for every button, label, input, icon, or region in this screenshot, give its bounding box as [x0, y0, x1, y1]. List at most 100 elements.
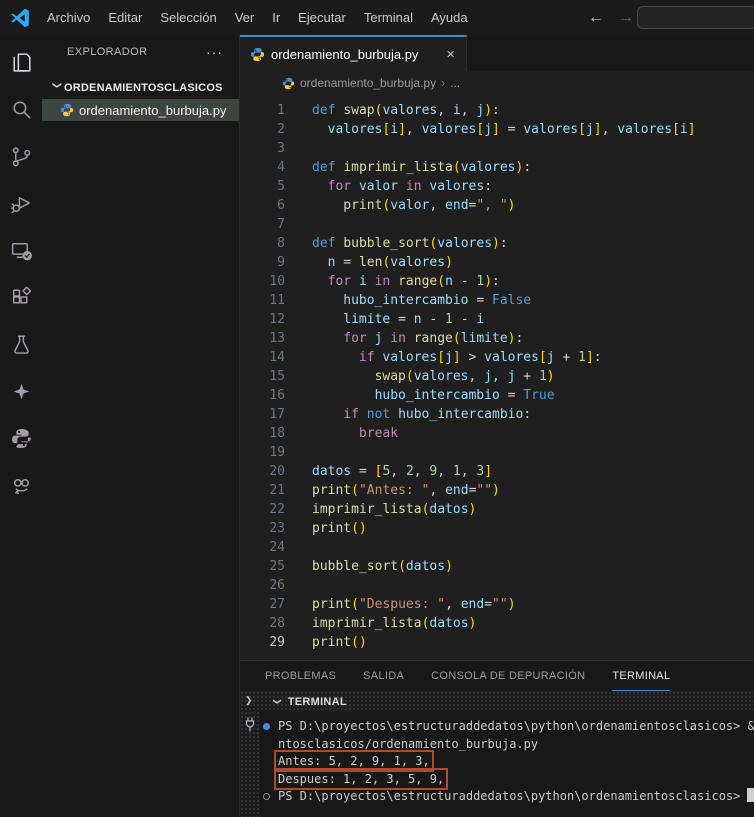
line-number: 19: [269, 445, 285, 460]
code-line[interactable]: 15 swap(valores, j, j + 1): [240, 367, 754, 386]
terminal-output[interactable]: PS D:\proyectos\estructuraddedatos\pytho…: [260, 712, 754, 806]
back-arrow-icon[interactable]: ←: [588, 9, 604, 27]
chevron-right-icon: ›: [441, 76, 446, 90]
code-line[interactable]: 11 hubo_intercambio = False: [240, 291, 754, 310]
testing-beaker-icon[interactable]: [8, 331, 34, 357]
annotation-highlight-box: Antes: 5, 2, 9, 1, 3,: [274, 750, 434, 772]
terminal-line: ntosclasicos/ordenamiento_burbuja.py: [278, 736, 539, 751]
line-number: 4: [277, 160, 285, 175]
code-line[interactable]: 27 print("Despues: ", end=""): [240, 595, 754, 614]
line-number: 24: [269, 540, 285, 555]
code-line[interactable]: 17 if not hubo_intercambio:: [240, 405, 754, 424]
line-number: 25: [269, 559, 285, 574]
code-line[interactable]: 4 def imprimir_lista(valores):: [240, 158, 754, 177]
panel-tab-terminal[interactable]: TERMINAL: [612, 661, 671, 691]
code-line[interactable]: 24: [240, 538, 754, 557]
sidebar-item-ordenamiento-burbuja[interactable]: ordenamiento_burbuja.py: [42, 99, 239, 121]
code-area[interactable]: 1 def swap(valores, i, j): 2 valores[i], va…: [240, 97, 754, 660]
tab-ordenamiento-burbuja[interactable]: ordenamiento_burbuja.py ×: [240, 35, 467, 71]
code-line[interactable]: 29 print(): [240, 633, 754, 652]
line-number: 8: [277, 236, 285, 251]
menu-item-selección[interactable]: Selección: [151, 0, 225, 35]
code-line[interactable]: 2 valores[i], valores[j] = valores[j], va…: [240, 120, 754, 139]
menu-item-ayuda[interactable]: Ayuda: [422, 0, 477, 35]
chevron-right-icon[interactable]: ❯: [245, 695, 253, 706]
code-line[interactable]: 3: [240, 139, 754, 158]
source-control-icon[interactable]: [8, 143, 34, 169]
explorer-more-actions-icon[interactable]: ···: [200, 44, 229, 60]
nav-arrows: ← →: [588, 0, 634, 35]
panel-tab-consola-de-depuración[interactable]: CONSOLA DE DEPURACIÓN: [431, 661, 585, 691]
breadcrumb-file[interactable]: ordenamiento_burbuja.py: [300, 76, 436, 90]
command-decoration-filled[interactable]: [263, 723, 270, 730]
code-line[interactable]: 13 for j in range(limite):: [240, 329, 754, 348]
explorer-icon[interactable]: [8, 49, 34, 75]
run-and-debug-icon[interactable]: [8, 190, 34, 216]
plug-icon[interactable]: [244, 717, 256, 737]
code-line[interactable]: 21 print("Antes: ", end=""): [240, 481, 754, 500]
python-extension-icon[interactable]: [8, 425, 34, 451]
sparkle-ai-icon[interactable]: [8, 378, 34, 404]
menu-item-editar[interactable]: Editar: [99, 0, 151, 35]
close-icon[interactable]: ×: [443, 46, 458, 63]
code-line[interactable]: 26: [240, 576, 754, 595]
line-number: 20: [269, 464, 285, 479]
line-number: 28: [269, 616, 285, 631]
code-line[interactable]: 18 break: [240, 424, 754, 443]
code-line[interactable]: 14 if valores[j] > valores[j + 1]:: [240, 348, 754, 367]
code-line[interactable]: 10 for i in range(n - 1):: [240, 272, 754, 291]
menu-item-ejecutar[interactable]: Ejecutar: [289, 0, 355, 35]
breadcrumb-symbol[interactable]: ...: [450, 76, 460, 90]
line-number: 16: [269, 388, 285, 403]
terminal-line: Despues: 1, 2, 3, 5, 9,: [262, 767, 754, 790]
menu-item-ir[interactable]: Ir: [263, 0, 289, 35]
vscode-window: Archivo Editar Selección Ver Ir Ejecutar Termi…: [0, 0, 754, 817]
terminal-line: Antes: 5, 2, 9, 1, 3,: [262, 750, 754, 772]
code-line[interactable]: 6 print(valor, end=", "): [240, 196, 754, 215]
code-line[interactable]: 19: [240, 443, 754, 462]
assistant-robot-icon[interactable]: [8, 472, 34, 498]
code-line[interactable]: 12 limite = n - 1 - i: [240, 310, 754, 329]
terminal-cursor: [747, 788, 754, 802]
line-number: 3: [277, 141, 285, 156]
code-line[interactable]: 9n = len(valores): [240, 253, 754, 272]
command-center-search[interactable]: [637, 6, 754, 29]
code-line[interactable]: 22 imprimir_lista(datos): [240, 500, 754, 519]
search-icon[interactable]: [8, 96, 34, 122]
tab-label: ordenamiento_burbuja.py: [271, 46, 419, 62]
terminal-header-label: TERMINAL: [287, 695, 347, 708]
chevron-down-icon: ❯: [272, 698, 282, 705]
menu-item-terminal[interactable]: Terminal: [355, 0, 422, 35]
menu-item-archivo[interactable]: Archivo: [38, 0, 99, 35]
panel-tab-problemas[interactable]: PROBLEMAS: [265, 661, 336, 691]
line-number: 29: [269, 635, 285, 650]
menu-item-ver[interactable]: Ver: [226, 0, 264, 35]
code-line[interactable]: 16 hubo_intercambio = True: [240, 386, 754, 405]
line-number: 27: [269, 597, 285, 612]
line-number: 2: [277, 122, 285, 137]
panel-tab-salida[interactable]: SALIDA: [363, 661, 404, 691]
terminal-section-header[interactable]: ❯ TERMINAL: [240, 691, 754, 712]
folder-ordenamientosclasicos[interactable]: ❯ ORDENAMIENTOSCLASICOS: [42, 77, 239, 99]
python-file-icon: [60, 103, 74, 117]
code-line[interactable]: 5 for valor in valores:: [240, 177, 754, 196]
line-number: 23: [269, 521, 285, 536]
code-line[interactable]: 25 bubble_sort(datos): [240, 557, 754, 576]
python-file-icon: [282, 77, 295, 90]
code-line[interactable]: 8 def bubble_sort(valores):: [240, 234, 754, 253]
remote-explorer-icon[interactable]: [8, 237, 34, 263]
code-line[interactable]: 28 imprimir_lista(datos): [240, 614, 754, 633]
code-line[interactable]: 20 datos = [5, 2, 9, 1, 3]: [240, 462, 754, 481]
line-number: 14: [269, 350, 285, 365]
file-name: ordenamiento_burbuja.py: [79, 102, 227, 118]
code-line[interactable]: 1 def swap(valores, i, j):: [240, 101, 754, 120]
vscode-logo-icon: [10, 8, 30, 28]
editor-group: ordenamiento_burbuja.py × ordenamiento_b…: [240, 35, 754, 660]
extensions-icon[interactable]: [8, 284, 34, 310]
code-line[interactable]: 7: [240, 215, 754, 234]
code-line[interactable]: 23 print(): [240, 519, 754, 538]
line-number: 13: [269, 331, 285, 346]
forward-arrow-icon[interactable]: →: [618, 9, 634, 27]
annotation-highlight-box: Despues: 1, 2, 3, 5, 9,: [273, 767, 449, 790]
command-decoration-hollow[interactable]: [263, 793, 270, 800]
